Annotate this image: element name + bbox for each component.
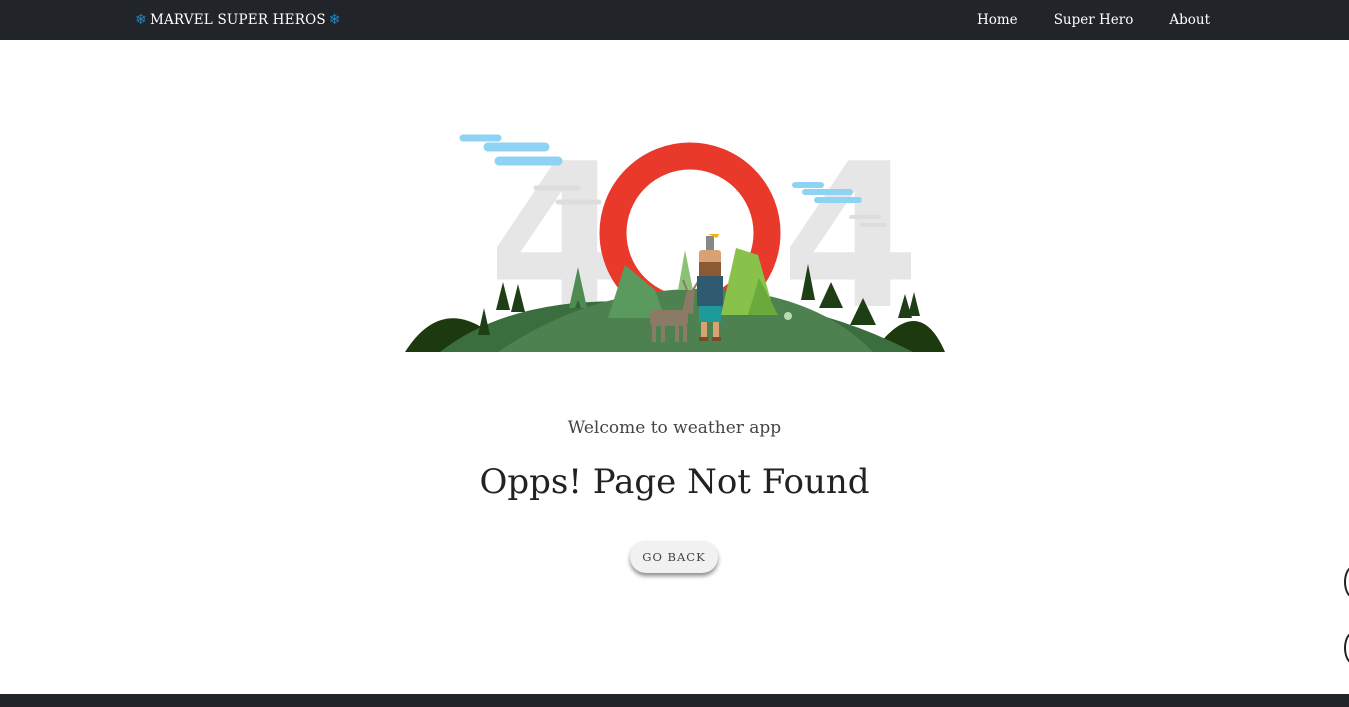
navbar: ❄ MARVEL SUPER HEROS ❄ Home Super Hero A…	[0, 0, 1349, 40]
footer-bar	[0, 694, 1349, 707]
nav-links: Home Super Hero About	[977, 0, 1210, 40]
floating-action-button[interactable]	[1344, 566, 1349, 598]
snowflake-icon: ❄	[328, 12, 341, 28]
floating-action-button[interactable]	[1344, 632, 1349, 664]
welcome-text: Welcome to weather app	[567, 418, 782, 438]
nav-link-super-hero[interactable]: Super Hero	[1054, 12, 1134, 28]
nav-link-about[interactable]: About	[1169, 12, 1210, 28]
nav-link-home[interactable]: Home	[977, 12, 1018, 28]
page-title: Opps! Page Not Found	[479, 462, 870, 502]
go-back-button[interactable]: GO BACK	[630, 541, 718, 573]
brand-title: MARVEL SUPER HEROS	[149, 12, 326, 28]
404-illustration: 4 4	[405, 130, 945, 354]
brand-link[interactable]: ❄ MARVEL SUPER HEROS ❄	[135, 0, 341, 40]
snowflake-icon: ❄	[135, 12, 147, 28]
